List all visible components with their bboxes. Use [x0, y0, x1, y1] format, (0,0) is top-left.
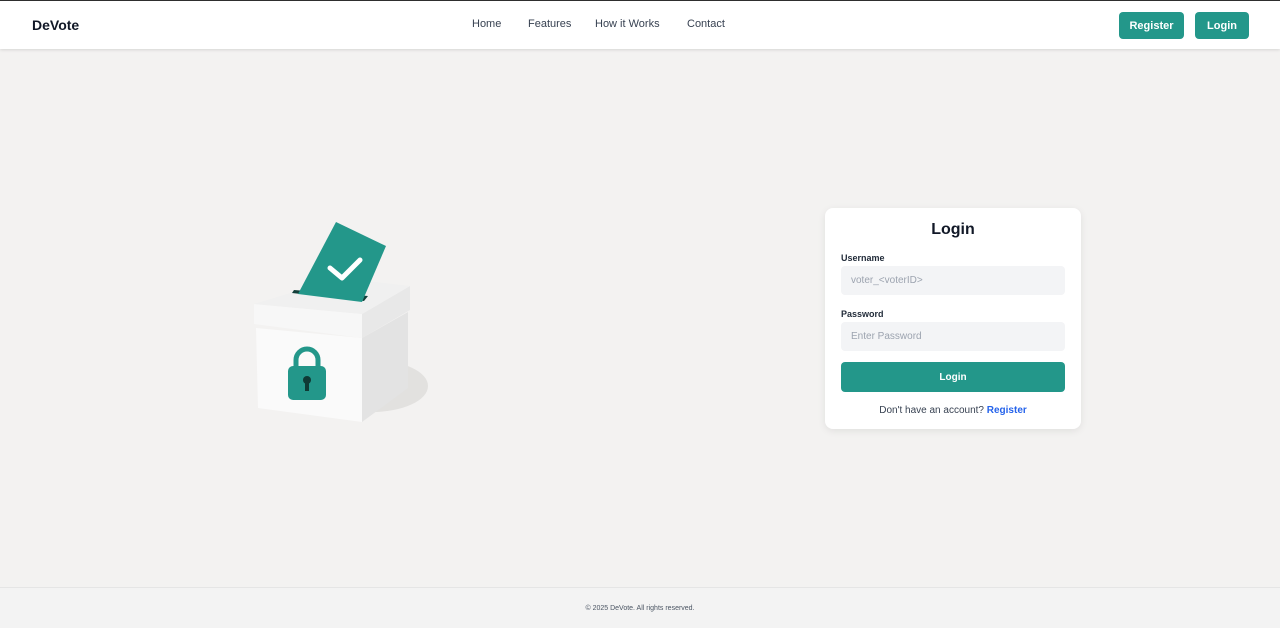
header-login-button[interactable]: Login — [1195, 12, 1249, 39]
login-submit-button[interactable]: Login — [841, 362, 1065, 392]
username-label: Username — [841, 253, 885, 263]
login-card: Login Username Password Login Don't have… — [825, 208, 1081, 429]
nav-features[interactable]: Features — [528, 18, 571, 30]
header-register-button[interactable]: Register — [1119, 12, 1184, 39]
site-header: DeVote Home Features How it Works Contac… — [0, 1, 1280, 49]
username-input[interactable] — [841, 266, 1065, 295]
nav-home[interactable]: Home — [472, 18, 501, 30]
main-nav: Home Features How it Works Contact — [0, 18, 1280, 34]
signup-prompt-text: Don't have an account? — [879, 405, 984, 416]
ballot-box-icon — [254, 222, 428, 422]
site-footer: © 2025 DeVote. All rights reserved. — [0, 587, 1280, 628]
nav-contact[interactable]: Contact — [687, 18, 725, 30]
password-label: Password — [841, 309, 884, 319]
nav-how-it-works[interactable]: How it Works — [595, 18, 660, 30]
signup-register-link[interactable]: Register — [987, 405, 1027, 416]
login-title: Login — [931, 221, 975, 238]
footer-copyright: © 2025 DeVote. All rights reserved. — [585, 605, 695, 612]
signup-prompt: Don't have an account? Register — [825, 405, 1081, 416]
password-input[interactable] — [841, 322, 1065, 351]
ballot-box-illustration — [222, 198, 442, 448]
